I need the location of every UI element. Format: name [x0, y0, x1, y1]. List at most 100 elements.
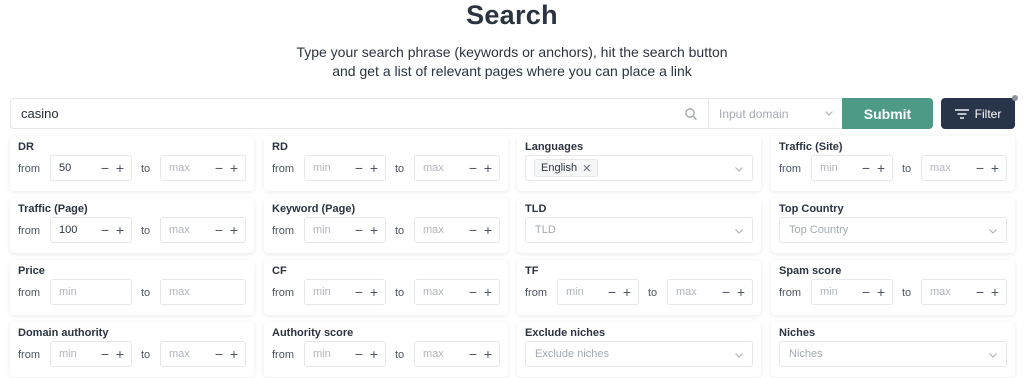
authority-score-to-field[interactable]: −+ — [414, 341, 500, 367]
search-icon[interactable] — [684, 107, 698, 121]
plus-icon[interactable]: + — [483, 347, 493, 361]
chevron-down-icon[interactable] — [824, 108, 834, 118]
plus-icon[interactable]: + — [876, 285, 886, 299]
plus-icon[interactable]: + — [622, 285, 632, 299]
tf-to-field[interactable]: −+ — [667, 279, 753, 305]
traffic-page-to-input[interactable] — [169, 218, 209, 242]
plus-icon[interactable]: + — [483, 161, 493, 175]
filter-button[interactable]: Filter — [941, 98, 1015, 129]
plus-icon[interactable]: + — [483, 223, 493, 237]
domain-select[interactable] — [708, 99, 842, 128]
minus-icon[interactable]: − — [468, 161, 478, 175]
submit-button[interactable]: Submit — [842, 98, 933, 129]
minus-icon[interactable]: − — [468, 285, 478, 299]
cf-from-input[interactable] — [313, 280, 353, 304]
dr-to-input[interactable] — [169, 156, 209, 180]
authority-score-from-input[interactable] — [313, 342, 353, 366]
minus-icon[interactable]: − — [975, 161, 985, 175]
plus-icon[interactable]: + — [369, 347, 379, 361]
minus-icon[interactable]: − — [354, 161, 364, 175]
niches-select[interactable]: Niches — [779, 341, 1007, 367]
chevron-down-icon[interactable] — [988, 226, 998, 236]
traffic-site-from-field[interactable]: −+ — [811, 155, 893, 181]
keyword-page-from-input[interactable] — [313, 218, 353, 242]
top-country-select[interactable]: Top Country — [779, 217, 1007, 243]
minus-icon[interactable]: − — [214, 223, 224, 237]
chevron-down-icon[interactable] — [988, 350, 998, 360]
plus-icon[interactable]: + — [876, 161, 886, 175]
chevron-down-icon[interactable] — [734, 164, 744, 174]
dr-from-field[interactable]: −+ — [50, 155, 132, 181]
dr-from-input[interactable] — [59, 156, 99, 180]
keyword-page-from-field[interactable]: −+ — [304, 217, 386, 243]
spam-score-from-input[interactable] — [820, 280, 860, 304]
minus-icon[interactable]: − — [354, 223, 364, 237]
minus-icon[interactable]: − — [861, 161, 871, 175]
price-to-input[interactable] — [169, 280, 209, 304]
tf-to-input[interactable] — [676, 280, 716, 304]
plus-icon[interactable]: + — [229, 161, 239, 175]
plus-icon[interactable]: + — [115, 223, 125, 237]
plus-icon[interactable]: + — [369, 285, 379, 299]
rd-from-field[interactable]: −+ — [304, 155, 386, 181]
minus-icon[interactable]: − — [354, 285, 364, 299]
tld-select[interactable]: TLD — [525, 217, 753, 243]
plus-icon[interactable]: + — [990, 285, 1000, 299]
traffic-page-to-field[interactable]: −+ — [160, 217, 246, 243]
minus-icon[interactable]: − — [975, 285, 985, 299]
minus-icon[interactable]: − — [354, 347, 364, 361]
cf-from-field[interactable]: −+ — [304, 279, 386, 305]
minus-icon[interactable]: − — [861, 285, 871, 299]
minus-icon[interactable]: − — [214, 161, 224, 175]
spam-score-to-input[interactable] — [930, 280, 970, 304]
cf-to-input[interactable] — [423, 280, 463, 304]
tf-from-input[interactable] — [566, 280, 606, 304]
domain-authority-from-input[interactable] — [59, 342, 99, 366]
price-to-field[interactable] — [160, 279, 246, 305]
traffic-site-to-field[interactable]: −+ — [921, 155, 1007, 181]
minus-icon[interactable]: − — [100, 223, 110, 237]
rd-to-input[interactable] — [423, 156, 463, 180]
close-icon[interactable]: ✕ — [582, 162, 591, 175]
chevron-down-icon[interactable] — [734, 350, 744, 360]
authority-score-from-field[interactable]: −+ — [304, 341, 386, 367]
spam-score-to-field[interactable]: −+ — [921, 279, 1007, 305]
exclude-niches-select[interactable]: Exclude niches — [525, 341, 753, 367]
minus-icon[interactable]: − — [100, 161, 110, 175]
minus-icon[interactable]: − — [214, 347, 224, 361]
plus-icon[interactable]: + — [736, 285, 746, 299]
languages-select[interactable]: English ✕ — [525, 155, 753, 181]
plus-icon[interactable]: + — [990, 161, 1000, 175]
plus-icon[interactable]: + — [369, 223, 379, 237]
minus-icon[interactable]: − — [468, 347, 478, 361]
cf-to-field[interactable]: −+ — [414, 279, 500, 305]
domain-input[interactable] — [719, 99, 819, 128]
plus-icon[interactable]: + — [369, 161, 379, 175]
plus-icon[interactable]: + — [115, 347, 125, 361]
traffic-page-from-field[interactable]: −+ — [50, 217, 132, 243]
domain-authority-from-field[interactable]: −+ — [50, 341, 132, 367]
keyword-page-to-field[interactable]: −+ — [414, 217, 500, 243]
plus-icon[interactable]: + — [115, 161, 125, 175]
traffic-page-from-input[interactable] — [59, 218, 99, 242]
traffic-site-to-input[interactable] — [930, 156, 970, 180]
keyword-page-to-input[interactable] — [423, 218, 463, 242]
search-input[interactable] — [21, 99, 681, 128]
rd-from-input[interactable] — [313, 156, 353, 180]
price-from-input[interactable] — [59, 280, 99, 304]
minus-icon[interactable]: − — [468, 223, 478, 237]
price-from-field[interactable] — [50, 279, 132, 305]
minus-icon[interactable]: − — [721, 285, 731, 299]
spam-score-from-field[interactable]: −+ — [811, 279, 893, 305]
chevron-down-icon[interactable] — [734, 226, 744, 236]
domain-authority-to-input[interactable] — [169, 342, 209, 366]
minus-icon[interactable]: − — [100, 347, 110, 361]
domain-authority-to-field[interactable]: −+ — [160, 341, 246, 367]
rd-to-field[interactable]: −+ — [414, 155, 500, 181]
plus-icon[interactable]: + — [229, 347, 239, 361]
minus-icon[interactable]: − — [607, 285, 617, 299]
plus-icon[interactable]: + — [483, 285, 493, 299]
plus-icon[interactable]: + — [229, 223, 239, 237]
traffic-site-from-input[interactable] — [820, 156, 860, 180]
tf-from-field[interactable]: −+ — [557, 279, 639, 305]
